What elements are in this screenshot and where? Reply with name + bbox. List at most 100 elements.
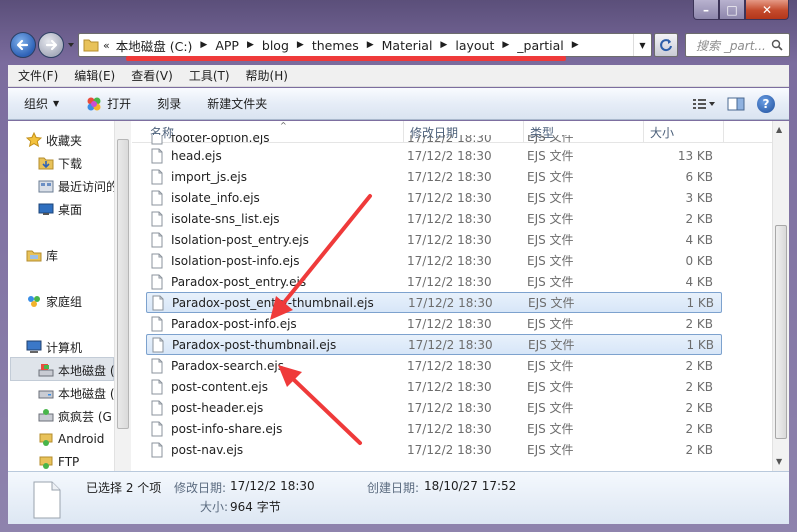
- file-row[interactable]: footer-option.ejs 17/12/2 18:30 EJS 文件: [146, 135, 722, 145]
- breadcrumb-label: APP: [215, 37, 239, 53]
- refresh-button[interactable]: [654, 33, 678, 57]
- file-modified: 17/12/2 18:30: [407, 442, 492, 457]
- file-icon: [151, 379, 163, 394]
- sidebar-label: 本地磁盘 (: [58, 363, 114, 378]
- file-list-scrollbar[interactable]: ▲ ▼: [772, 121, 789, 471]
- back-button[interactable]: [10, 32, 36, 58]
- file-row[interactable]: Isolation-post_entry.ejs 17/12/2 18:30 EJS…: [146, 229, 722, 250]
- file-type: EJS 文件: [527, 170, 574, 184]
- file-name: Isolation-post_entry.ejs: [171, 232, 309, 247]
- minimize-button[interactable]: –: [693, 0, 719, 20]
- sidebar-item-drive-c[interactable]: 本地磁盘 (: [38, 359, 114, 381]
- sidebar-item-favorites[interactable]: 收藏夹: [26, 129, 82, 151]
- sidebar-item-recent[interactable]: 最近访问的: [38, 175, 114, 197]
- sidebar-item-downloads[interactable]: 下载: [38, 152, 82, 174]
- file-row[interactable]: post-header.ejs 17/12/2 18:30 EJS 文件 2 KB: [146, 397, 722, 418]
- arrow-left-icon: [16, 39, 29, 51]
- file-icon: [151, 442, 163, 457]
- sidebar-label: 下载: [58, 156, 83, 171]
- file-row[interactable]: Paradox-post_entry.ejs 17/12/2 18:30 EJS 文…: [146, 271, 722, 292]
- file-name: Isolation-post-info.ejs: [171, 253, 300, 268]
- file-row[interactable]: Paradox-search.ejs 17/12/2 18:30 EJS 文件 2 K…: [146, 355, 722, 376]
- sidebar-item-desktop[interactable]: 桌面: [38, 198, 82, 220]
- breadcrumb-item[interactable]: blog ▶: [262, 36, 312, 55]
- file-list-scroll-thumb[interactable]: [775, 225, 787, 439]
- address-bar[interactable]: « 本地磁盘 (C:) ▶ APP ▶ blog ▶ themes ▶ Material ▶ lay…: [78, 33, 652, 57]
- file-icon: [151, 148, 163, 163]
- breadcrumb-separator-icon[interactable]: ▶: [572, 40, 579, 50]
- main-area: 收藏夹 下载 最近访问的 桌面 库 家庭组 计算机 本地磁盘 (本地磁盘 (…: [8, 121, 789, 471]
- sidebar-item-ftp[interactable]: FTP: [38, 451, 79, 471]
- file-row[interactable]: head.ejs 17/12/2 18:30 EJS 文件 13 KB: [146, 145, 722, 166]
- breadcrumb-item[interactable]: _partial ▶: [517, 36, 586, 55]
- recent-pages-dropdown-icon[interactable]: [66, 40, 76, 50]
- sidebar-item-libraries[interactable]: 库: [26, 244, 58, 266]
- file-size: 2 KB: [685, 442, 713, 457]
- menu-help[interactable]: 帮助(H): [246, 67, 288, 84]
- file-row[interactable]: Isolation-post-info.ejs 17/12/2 18:30 EJS …: [146, 250, 722, 271]
- burn-button[interactable]: 刻录: [157, 95, 181, 112]
- open-button[interactable]: 打开: [85, 95, 131, 113]
- organize-button[interactable]: 组织 ▼: [24, 95, 59, 112]
- breadcrumb-item[interactable]: 本地磁盘 (C:) ▶: [116, 36, 216, 55]
- sidebar-item-homegroup[interactable]: 家庭组: [26, 290, 82, 312]
- search-input[interactable]: 搜索 _part...: [685, 33, 790, 57]
- breadcrumb-separator-icon[interactable]: ▶: [247, 40, 254, 50]
- sidebar-label: FTP: [58, 455, 80, 469]
- breadcrumb-separator-icon[interactable]: ▶: [440, 40, 447, 50]
- breadcrumb-separator-icon[interactable]: ▶: [200, 40, 207, 50]
- breadcrumb-overflow-chevron[interactable]: «: [103, 39, 110, 52]
- forward-button[interactable]: [38, 32, 64, 58]
- file-modified: 17/12/2 18:30: [407, 148, 492, 163]
- sidebar-label: 本地磁盘 (: [58, 386, 114, 401]
- preview-pane-icon[interactable]: [727, 97, 745, 111]
- breadcrumb-separator-icon[interactable]: ▶: [367, 40, 374, 50]
- breadcrumb-separator-icon[interactable]: ▶: [502, 40, 509, 50]
- file-modified: 17/12/2 18:30: [407, 358, 492, 373]
- new-folder-button[interactable]: 新建文件夹: [207, 95, 267, 112]
- file-row[interactable]: Paradox-post-thumbnail.ejs 17/12/2 18:30 E…: [146, 334, 722, 355]
- file-modified: 17/12/2 18:30: [407, 316, 492, 331]
- view-options-icon[interactable]: [693, 98, 715, 110]
- file-row[interactable]: Paradox-post_entry-thumbnail.ejs 17/12/2 …: [146, 292, 722, 313]
- breadcrumb-item[interactable]: Material ▶: [382, 36, 456, 55]
- breadcrumb-separator-icon[interactable]: ▶: [297, 40, 304, 50]
- file-row[interactable]: post-info-share.ejs 17/12/2 18:30 EJS 文件 2 …: [146, 418, 722, 439]
- file-name: Paradox-post_entry-thumbnail.ejs: [172, 295, 374, 310]
- sidebar-item-android[interactable]: Android: [38, 428, 104, 450]
- file-size: 3 KB: [685, 190, 713, 205]
- sidebar-scroll-thumb[interactable]: [117, 139, 129, 429]
- maximize-button[interactable]: □: [719, 0, 745, 20]
- file-type: EJS 文件: [527, 422, 574, 436]
- menu-bar: 文件(F) 编辑(E) 查看(V) 工具(T) 帮助(H): [8, 65, 789, 87]
- menu-view[interactable]: 查看(V): [131, 67, 173, 84]
- menu-tools[interactable]: 工具(T): [189, 67, 230, 84]
- scroll-down-icon[interactable]: ▼: [776, 457, 782, 466]
- file-icon: [151, 358, 163, 373]
- file-row[interactable]: Paradox-post-info.ejs 17/12/2 18:30 EJS 文件…: [146, 313, 722, 334]
- menu-file[interactable]: 文件(F): [18, 67, 58, 84]
- sidebar-item-computer[interactable]: 计算机: [26, 336, 82, 358]
- breadcrumb-item[interactable]: themes ▶: [312, 36, 382, 55]
- close-button[interactable]: ✕: [745, 0, 789, 20]
- breadcrumb-label: layout: [455, 37, 495, 53]
- address-history-dropdown[interactable]: ▼: [633, 34, 651, 56]
- breadcrumb-item[interactable]: layout ▶: [455, 36, 517, 55]
- modified-label: 修改日期:: [174, 481, 227, 495]
- menu-edit[interactable]: 编辑(E): [74, 67, 115, 84]
- sidebar-item-drive-d[interactable]: 本地磁盘 (: [38, 382, 114, 404]
- search-icon[interactable]: [771, 39, 783, 51]
- file-icon: [151, 211, 163, 226]
- file-type: EJS 文件: [527, 254, 574, 268]
- file-row[interactable]: post-content.ejs 17/12/2 18:30 EJS 文件 2 KB: [146, 376, 722, 397]
- navigation-pane: 收藏夹 下载 最近访问的 桌面 库 家庭组 计算机 本地磁盘 (本地磁盘 (…: [8, 121, 114, 471]
- file-row[interactable]: isolate_info.ejs 17/12/2 18:30 EJS 文件 3 KB: [146, 187, 722, 208]
- file-row[interactable]: import_js.ejs 17/12/2 18:30 EJS 文件 6 KB: [146, 166, 722, 187]
- sidebar-item-fengfengyun[interactable]: 疯疯芸 (G: [38, 405, 112, 427]
- file-row[interactable]: post-nav.ejs 17/12/2 18:30 EJS 文件 2 KB: [146, 439, 722, 460]
- sidebar-scrollbar[interactable]: [114, 121, 131, 471]
- file-row[interactable]: isolate-sns_list.ejs 17/12/2 18:30 EJS 文件 2…: [146, 208, 722, 229]
- scroll-up-icon[interactable]: ▲: [776, 125, 782, 134]
- help-icon[interactable]: ?: [757, 94, 775, 113]
- breadcrumb-item[interactable]: APP ▶: [215, 36, 262, 55]
